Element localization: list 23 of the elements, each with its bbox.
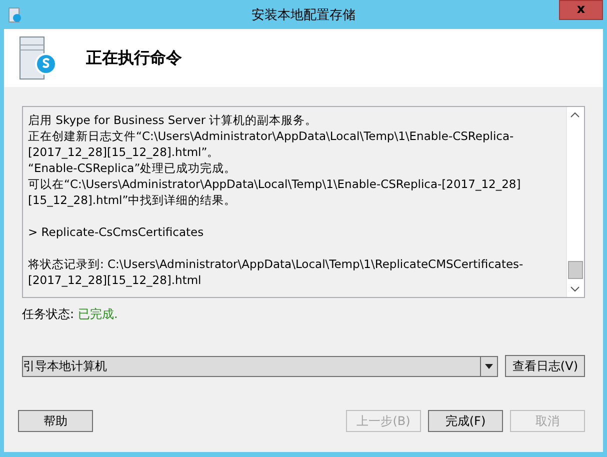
log-line: 将状态记录到: C:\Users\Administrator\AppData\Local\Temp\1\ReplicateCMSCertificates- [28,256,524,272]
status-value: 已完成. [78,306,118,323]
server-icon [18,36,58,80]
log-line: 正在创建新日志文件“C:\Users\Administrator\AppData\Local\Temp\1\Enable-CSReplica- [28,128,515,144]
dialog-button[interactable]: 帮助 [18,410,93,432]
scrollbar[interactable] [566,107,584,297]
log-line: [15_12_28].html”中找到详细的结果。 [28,192,238,208]
log-line: 启用 Skype for Business Server 计算机的副本服务。 [28,112,318,128]
view-log-button[interactable]: 查看日志(V) [505,355,585,377]
window-title: 安装本地配置存储 [252,6,356,24]
log-line: “Enable-CSReplica”处理已成功完成。 [28,160,238,176]
log-line: [2017_12_28][15_12_28].html”。 [28,144,220,160]
page-heading: 正在执行命令 [86,48,182,68]
dialog-button[interactable]: 完成(F) [428,410,503,432]
app-icon [8,6,22,22]
action-dropdown[interactable]: 引导本地计算机 [22,356,498,376]
dropdown-caret-icon [485,364,494,368]
scroll-thumb[interactable] [568,261,583,279]
close-button[interactable]: x [559,0,603,20]
status-label: 任务状态: [22,306,74,323]
log-line: > Replicate-CsCmsCertificates [28,224,205,240]
log-line: 可以在“C:\Users\Administrator\AppData\Local\Temp\1\Enable-CSReplica-[2017_12_28] [28,176,522,192]
log-line: [2017_12_28][15_12_28].html [28,272,202,288]
